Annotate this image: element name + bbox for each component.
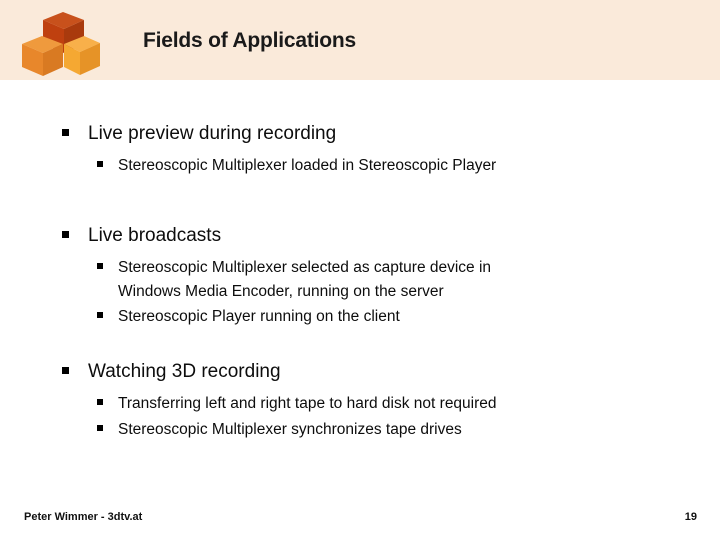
- list-item: Transferring left and right tape to hard…: [0, 392, 720, 416]
- sub-bullet-text: Stereoscopic Multiplexer loaded in Stere…: [118, 157, 497, 174]
- footer-page-number: 19: [684, 511, 697, 523]
- list-item: Stereoscopic Player running on the clien…: [0, 305, 720, 329]
- page-title: Fields of Applications: [143, 29, 357, 52]
- bullet-heading: Live preview during recording: [88, 123, 337, 144]
- square-bullet-icon: [97, 425, 103, 431]
- three-cubes-logo-icon: [16, 6, 100, 82]
- bullet-group-3: Watching 3D recording Transferring left …: [0, 358, 720, 442]
- list-item: Watching 3D recording: [0, 358, 720, 385]
- bullet-heading: Live broadcasts: [88, 225, 222, 246]
- list-item: Live broadcasts: [0, 222, 720, 249]
- footer-author: Peter Wimmer - 3dtv.at: [24, 511, 143, 523]
- list-item: Live preview during recording: [0, 120, 720, 147]
- square-bullet-icon: [97, 399, 103, 405]
- bullet-group-2: Live broadcasts Stereoscopic Multiplexer…: [0, 222, 720, 329]
- sub-bullet-text: Stereoscopic Player running on the clien…: [118, 308, 400, 325]
- bullet-group-1: Live preview during recording Stereoscop…: [0, 120, 720, 178]
- bullet-heading: Watching 3D recording: [88, 361, 281, 382]
- square-bullet-icon: [97, 161, 103, 167]
- square-bullet-icon: [62, 231, 69, 238]
- list-item: Stereoscopic Multiplexer selected as cap…: [0, 256, 720, 303]
- slide-header-band: [0, 0, 720, 80]
- square-bullet-icon: [97, 263, 103, 269]
- slide-body: Live preview during recording Stereoscop…: [0, 80, 720, 470]
- square-bullet-icon: [97, 312, 103, 318]
- sub-bullet-text: Stereoscopic Multiplexer synchronizes ta…: [118, 421, 462, 438]
- sub-bullet-text: Transferring left and right tape to hard…: [118, 395, 497, 412]
- sub-bullet-text: Stereoscopic Multiplexer selected as cap…: [118, 259, 492, 300]
- square-bullet-icon: [62, 367, 69, 374]
- list-item: Stereoscopic Multiplexer loaded in Stere…: [0, 154, 720, 178]
- square-bullet-icon: [62, 129, 69, 136]
- list-item: Stereoscopic Multiplexer synchronizes ta…: [0, 418, 720, 442]
